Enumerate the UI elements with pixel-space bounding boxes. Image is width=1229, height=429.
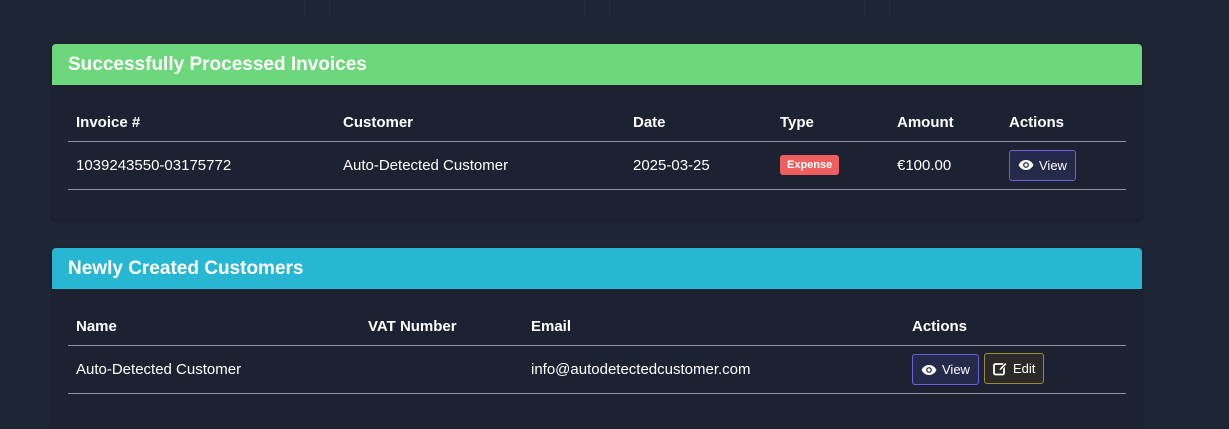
- new-customers-card: Newly Created Customers Name VAT Number …: [52, 248, 1142, 429]
- column-header-actions: Actions: [904, 289, 1126, 346]
- new-customers-body: Name VAT Number Email Actions Auto-Detec…: [52, 289, 1142, 394]
- view-invoice-button[interactable]: View: [1009, 149, 1076, 181]
- table-header-row: Name VAT Number Email Actions: [68, 289, 1126, 346]
- customer-actions: View Edit: [904, 345, 1126, 394]
- column-header-name: Name: [68, 289, 360, 346]
- invoice-customer: Auto-Detected Customer: [335, 141, 625, 190]
- column-header-email: Email: [523, 289, 904, 346]
- new-customers-header: Newly Created Customers: [52, 248, 1142, 289]
- view-button-label: View: [1039, 157, 1067, 173]
- column-divider: [609, 0, 610, 16]
- eye-icon: [1018, 159, 1034, 171]
- invoice-date: 2025-03-25: [625, 141, 772, 190]
- table-row: Auto-Detected Customer info@autodetected…: [68, 345, 1126, 394]
- table-row: 1039243550-03175772 Auto-Detected Custom…: [68, 141, 1126, 190]
- column-divider: [584, 0, 585, 16]
- column-divider: [889, 0, 890, 16]
- table-header-row: Invoice # Customer Date Type Amount Acti…: [68, 85, 1126, 142]
- invoices-table: Invoice # Customer Date Type Amount Acti…: [68, 85, 1126, 190]
- edit-button-label: Edit: [1012, 360, 1036, 376]
- column-header-amount: Amount: [889, 85, 1001, 142]
- processed-invoices-title: Successfully Processed Invoices: [68, 53, 367, 75]
- column-header-type: Type: [772, 85, 889, 142]
- customer-vat: [360, 345, 523, 394]
- customer-name: Auto-Detected Customer: [68, 345, 360, 394]
- invoice-number: 1039243550-03175772: [68, 141, 335, 190]
- edit-customer-button[interactable]: Edit: [983, 352, 1045, 384]
- processed-invoices-header: Successfully Processed Invoices: [52, 44, 1142, 85]
- column-divider: [304, 0, 305, 16]
- processed-invoices-card: Successfully Processed Invoices Invoice …: [52, 44, 1142, 220]
- column-header-vat: VAT Number: [360, 289, 523, 346]
- column-header-actions: Actions: [1001, 85, 1126, 142]
- new-customers-title: Newly Created Customers: [68, 257, 304, 279]
- column-header-invoice: Invoice #: [68, 85, 335, 142]
- customer-email: info@autodetectedcustomer.com: [523, 345, 904, 394]
- invoice-amount: €100.00: [889, 141, 1001, 190]
- column-header-date: Date: [625, 85, 772, 142]
- eye-icon: [921, 364, 937, 376]
- previous-section-edge: [0, 0, 1229, 16]
- column-header-customer: Customer: [335, 85, 625, 142]
- expense-badge: Expense: [780, 155, 840, 175]
- customers-table: Name VAT Number Email Actions Auto-Detec…: [68, 289, 1126, 394]
- view-button-label: View: [942, 362, 970, 378]
- invoice-type-cell: Expense: [772, 141, 889, 190]
- processed-invoices-body: Invoice # Customer Date Type Amount Acti…: [52, 85, 1142, 190]
- column-divider: [864, 0, 865, 16]
- edit-icon: [993, 361, 1008, 376]
- view-customer-button[interactable]: View: [912, 354, 979, 386]
- invoice-actions: View: [1001, 141, 1126, 190]
- column-divider: [329, 0, 330, 16]
